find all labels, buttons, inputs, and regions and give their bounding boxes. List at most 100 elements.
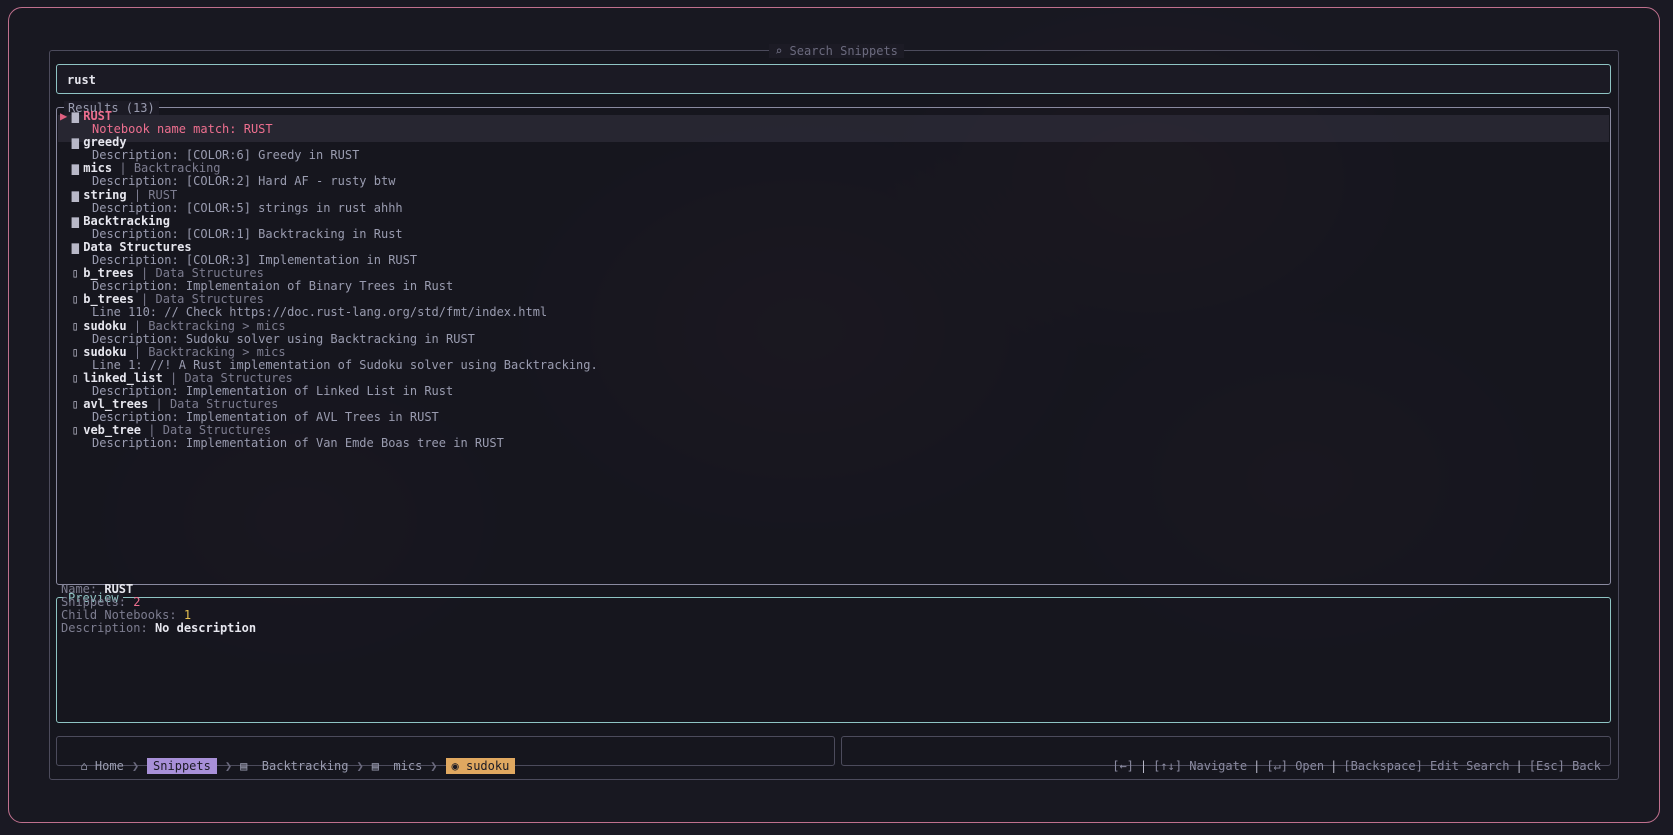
result-item[interactable]: ▯ b_trees | Data Structures — [60, 292, 264, 306]
notebook-icon: ▆ — [71, 214, 79, 228]
result-detail: Description: [COLOR:3] Implementation in… — [92, 253, 418, 267]
selection-arrow-icon — [60, 161, 67, 175]
result-item[interactable]: ▆ string | RUST — [60, 188, 178, 202]
result-name: linked_list — [83, 371, 163, 385]
result-name: avl_trees — [83, 397, 149, 411]
snippet-icon: ◉ — [451, 759, 466, 773]
file-icon: ▯ — [71, 371, 79, 385]
help-navigate: [↑↓] Navigate — [1153, 759, 1248, 773]
result-item[interactable]: ▆ greedy — [60, 135, 127, 149]
result-item[interactable]: ▆ Backtracking — [60, 214, 170, 228]
keybind-help: [←] | [↑↓] Navigate | [↵] Open | [Backspace] E… — [1098, 745, 1601, 773]
notebook-icon: ▤ — [240, 759, 262, 773]
search-query: rust — [67, 73, 96, 87]
search-icon: ⌕ — [775, 44, 790, 58]
divider: | — [1515, 759, 1523, 773]
result-detail: Description: Implementaion of Binary Tre… — [92, 279, 454, 293]
chevron-right-icon: ❯ — [430, 759, 438, 773]
result-name: veb_tree — [83, 423, 142, 437]
file-icon: ▯ — [71, 292, 79, 306]
help-back-arrow: [←] — [1112, 759, 1134, 773]
file-icon: ▯ — [71, 266, 79, 280]
breadcrumb-home[interactable]: Home — [95, 759, 124, 773]
help-edit-search: [Backspace] Edit Search — [1343, 759, 1510, 773]
result-name: b_trees — [83, 292, 134, 306]
selection-arrow-icon — [60, 319, 67, 333]
result-detail: Description: Implementation of AVL Trees… — [92, 410, 439, 424]
selection-arrow-icon — [60, 292, 67, 306]
result-path: | Backtracking — [119, 161, 221, 175]
divider: | — [1330, 759, 1338, 773]
result-name: greedy — [83, 135, 127, 149]
home-icon: ⌂ — [80, 759, 95, 773]
selection-arrow-icon: ▶ — [60, 109, 68, 123]
result-item[interactable]: ▯ b_trees | Data Structures — [60, 266, 264, 280]
result-path: | RUST — [133, 188, 178, 202]
file-icon: ▯ — [71, 319, 79, 333]
selection-arrow-icon — [60, 266, 67, 280]
result-detail: Line 110: // Check https://doc.rust-lang… — [92, 305, 548, 319]
result-name: Backtracking — [83, 214, 170, 228]
panel-title: ⌕ Search Snippets — [0, 44, 1673, 58]
notebook-icon: ▆ — [71, 135, 79, 149]
notebook-icon: ▆ — [71, 109, 79, 123]
preview-child-notebooks: Child Notebooks: 1 — [61, 608, 192, 622]
result-detail: Description: [COLOR:1] Backtracking in R… — [92, 227, 403, 241]
result-path: | Data Structures — [141, 292, 264, 306]
breadcrumb-sudoku[interactable]: ◉ sudoku — [445, 758, 516, 774]
result-detail: Description: Implementation of Linked Li… — [92, 384, 454, 398]
result-detail: Description: Sudoku solver using Backtra… — [92, 332, 475, 346]
result-item[interactable]: ▯ sudoku | Backtracking > mics — [60, 319, 286, 333]
breadcrumb: ⌂ Home ❯ Snippets ❯ ▤ Backtracking ❯ ▤ mics ❯ ◉ … — [66, 745, 516, 774]
selection-arrow-icon — [60, 214, 67, 228]
result-item[interactable]: ▯ sudoku | Backtracking > mics — [60, 345, 286, 359]
preview-description: Description: No description — [61, 621, 257, 635]
divider: | — [1253, 759, 1261, 773]
result-path: | Data Structures — [141, 266, 264, 280]
selection-arrow-icon — [60, 188, 67, 202]
result-name: mics — [83, 161, 113, 175]
help-open: [↵] Open — [1266, 759, 1325, 773]
selection-arrow-icon — [60, 240, 67, 254]
chevron-right-icon: ❯ — [131, 759, 140, 773]
result-name: Data Structures — [83, 240, 192, 254]
result-name: RUST — [83, 109, 113, 123]
preview-name: Name: RUST — [61, 582, 134, 596]
selection-arrow-icon — [60, 397, 67, 411]
breadcrumb-mics[interactable]: mics — [393, 759, 422, 773]
result-detail: Description: [COLOR:6] Greedy in RUST — [92, 148, 360, 162]
result-path: | Backtracking > mics — [133, 319, 286, 333]
selection-arrow-icon — [60, 423, 67, 437]
result-path: | Data Structures — [169, 371, 293, 385]
result-name: sudoku — [83, 319, 127, 333]
result-item[interactable]: ▶ ▆ RUST — [60, 109, 112, 123]
result-path: | Data Structures — [148, 423, 272, 437]
result-path: | Backtracking > mics — [133, 345, 286, 359]
breadcrumb-snippets[interactable]: Snippets — [147, 758, 217, 774]
result-item[interactable]: ▆ Data Structures — [60, 240, 192, 254]
result-name: b_trees — [83, 266, 134, 280]
selection-arrow-icon — [60, 345, 67, 359]
breadcrumb-backtracking[interactable]: Backtracking — [262, 759, 349, 773]
file-icon: ▯ — [71, 345, 79, 359]
result-name: sudoku — [83, 345, 127, 359]
result-item[interactable]: ▯ avl_trees | Data Structures — [60, 397, 279, 411]
result-item[interactable]: ▆ mics | Backtracking — [60, 161, 221, 175]
selection-arrow-icon — [60, 135, 67, 149]
result-path: | Data Structures — [155, 397, 279, 411]
chevron-right-icon: ❯ — [356, 759, 364, 773]
notebook-icon: ▆ — [71, 240, 79, 254]
notebook-icon: ▆ — [71, 161, 79, 175]
file-icon: ▯ — [71, 397, 79, 411]
selected-row-highlight — [58, 115, 1609, 142]
result-item[interactable]: ▯ veb_tree | Data Structures — [60, 423, 271, 437]
chevron-right-icon: ❯ — [224, 759, 233, 773]
result-detail: Notebook name match: RUST — [92, 122, 273, 136]
result-detail: Description: [COLOR:2] Hard AF - rusty b… — [92, 174, 396, 188]
result-item[interactable]: ▯ linked_list | Data Structures — [60, 371, 293, 385]
selection-arrow-icon — [60, 371, 67, 385]
result-name: string — [83, 188, 127, 202]
result-detail: Description: Implementation of Van Emde … — [92, 436, 504, 450]
notebook-icon: ▆ — [71, 188, 79, 202]
search-input[interactable] — [56, 64, 1611, 94]
